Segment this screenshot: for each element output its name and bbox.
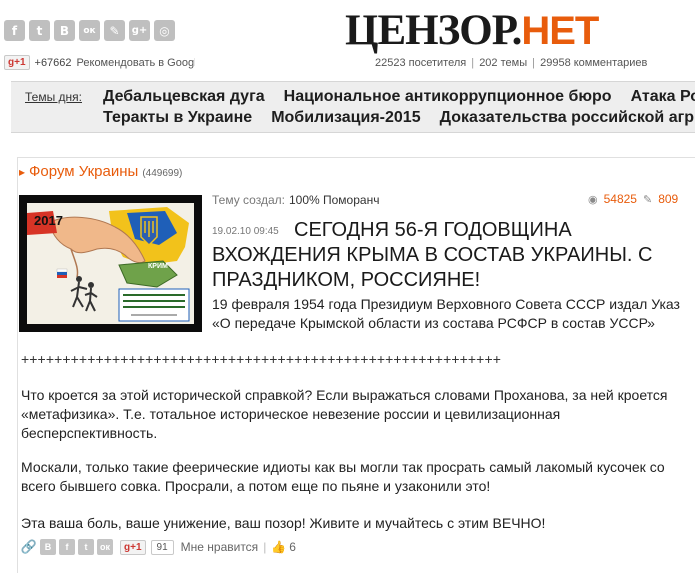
googleplus-icon[interactable]: g+ [129, 20, 150, 41]
stats-separator: | [471, 57, 475, 69]
odnoklassniki-icon[interactable]: ок [79, 20, 100, 41]
views-count: 54825 [603, 192, 637, 206]
vkontakte-icon[interactable]: В [54, 20, 75, 41]
arrow-right-icon: ▸ [19, 165, 26, 179]
stats-topics: 202 темы [479, 57, 528, 69]
forum-name-link[interactable]: Форум Украины [29, 163, 138, 180]
topic-link[interactable]: Доказательства российской агр [440, 109, 694, 127]
gplus-count: 91 [150, 539, 174, 555]
topic-link[interactable]: Национальное антикоррупционное бюро [284, 88, 612, 106]
twitter-icon[interactable]: t [29, 20, 50, 41]
stats-comments: 29958 комментариев [540, 57, 648, 69]
stats-visitors: 22523 посетителя [375, 57, 467, 69]
gplus-button[interactable]: g+1 [4, 55, 30, 70]
twitter-icon[interactable]: t [78, 539, 94, 555]
stats-separator: | [532, 57, 536, 69]
thumbs-up-icon[interactable]: 👍 [271, 540, 286, 554]
post-paragraph: Эта ваша боль, ваше унижение, ваш позор!… [21, 515, 546, 531]
gplus-button[interactable]: g+1 [120, 539, 146, 555]
post-title-link[interactable]: Сегодня 56-я годовщина вхождения Крыма в… [212, 218, 682, 293]
thumbnail-year: 2017 [34, 213, 63, 228]
vkontakte-icon[interactable]: В [40, 539, 56, 555]
link-icon[interactable]: 🔗 [21, 539, 37, 555]
topic-link[interactable]: Атака Россі [631, 88, 695, 106]
like-count: 6 [289, 540, 296, 554]
rss-icon[interactable]: ◎ [154, 20, 175, 41]
gplus-count: +67662 [34, 56, 72, 69]
post-creator: Тему создал: 100% Поморанч [212, 193, 379, 207]
facebook-icon[interactable]: f [59, 539, 75, 555]
logo-dot: . [511, 7, 523, 54]
livejournal-icon[interactable]: ✎ [104, 20, 125, 41]
comment-icon: ✎ [642, 193, 653, 206]
creator-name-link[interactable]: 100% Поморанч [289, 193, 379, 207]
topic-link[interactable]: Теракты в Украине [103, 109, 252, 127]
share-bar: 🔗 В f t ок g+1 91 Мне нравится | 👍 6 [21, 539, 296, 555]
topic-link[interactable]: Мобилизация-2015 [271, 109, 420, 127]
post-paragraph: Москали, только такие феерические идиоты… [21, 459, 665, 494]
topics-row: Теракты в Украине Мобилизация-2015 Доказ… [103, 109, 694, 127]
topic-link[interactable]: Дебальцевская дуга [103, 88, 265, 106]
eye-icon: ◉ [588, 193, 598, 206]
like-label[interactable]: Мне нравится [181, 540, 259, 554]
forum-post-count: (449699) [142, 168, 183, 179]
thumbnail-crimea-label: КРИМ [148, 263, 168, 270]
logo-left: ЦЕНЗОР [345, 7, 513, 54]
logo-right: НЕТ [521, 9, 599, 53]
post-metrics: ◉ 54825 ✎ 809 [588, 192, 678, 206]
topics-row: Дебальцевская дуга Национальное антикорр… [103, 88, 695, 106]
site-logo[interactable]: ЦЕНЗОР.НЕТ [345, 6, 599, 56]
post-paragraph: Что кроется за этой исторической справко… [21, 387, 668, 441]
comments-count[interactable]: 809 [658, 192, 678, 206]
gplus-recommend: g+1 +67662 Рекомендовать в Google [4, 55, 195, 70]
post-lead: 19 февраля 1954 года Президиум Верховног… [212, 296, 680, 331]
like-separator: | [263, 540, 267, 554]
site-stats: 22523 посетителя | 202 темы | 29958 комм… [375, 57, 647, 69]
divider-plus-line: ++++++++++++++++++++++++++++++++++++++++… [21, 351, 501, 367]
forum-header: ▸ Форум Украины (449699) [19, 163, 182, 180]
social-icons-top: f t В ок ✎ g+ ◎ [4, 20, 175, 41]
post-title-text: Сегодня 56-я годовщина вхождения Крыма в… [212, 219, 653, 291]
gplus-recommend-text[interactable]: Рекомендовать в Google [77, 57, 195, 69]
facebook-icon[interactable]: f [4, 20, 25, 41]
topics-label: Темы дня: [25, 90, 82, 104]
topics-of-day-bar: Темы дня: Дебальцевская дуга Национально… [11, 81, 695, 133]
creator-label: Тему создал: [212, 193, 285, 207]
odnoklassniki-icon[interactable]: ок [97, 539, 113, 555]
